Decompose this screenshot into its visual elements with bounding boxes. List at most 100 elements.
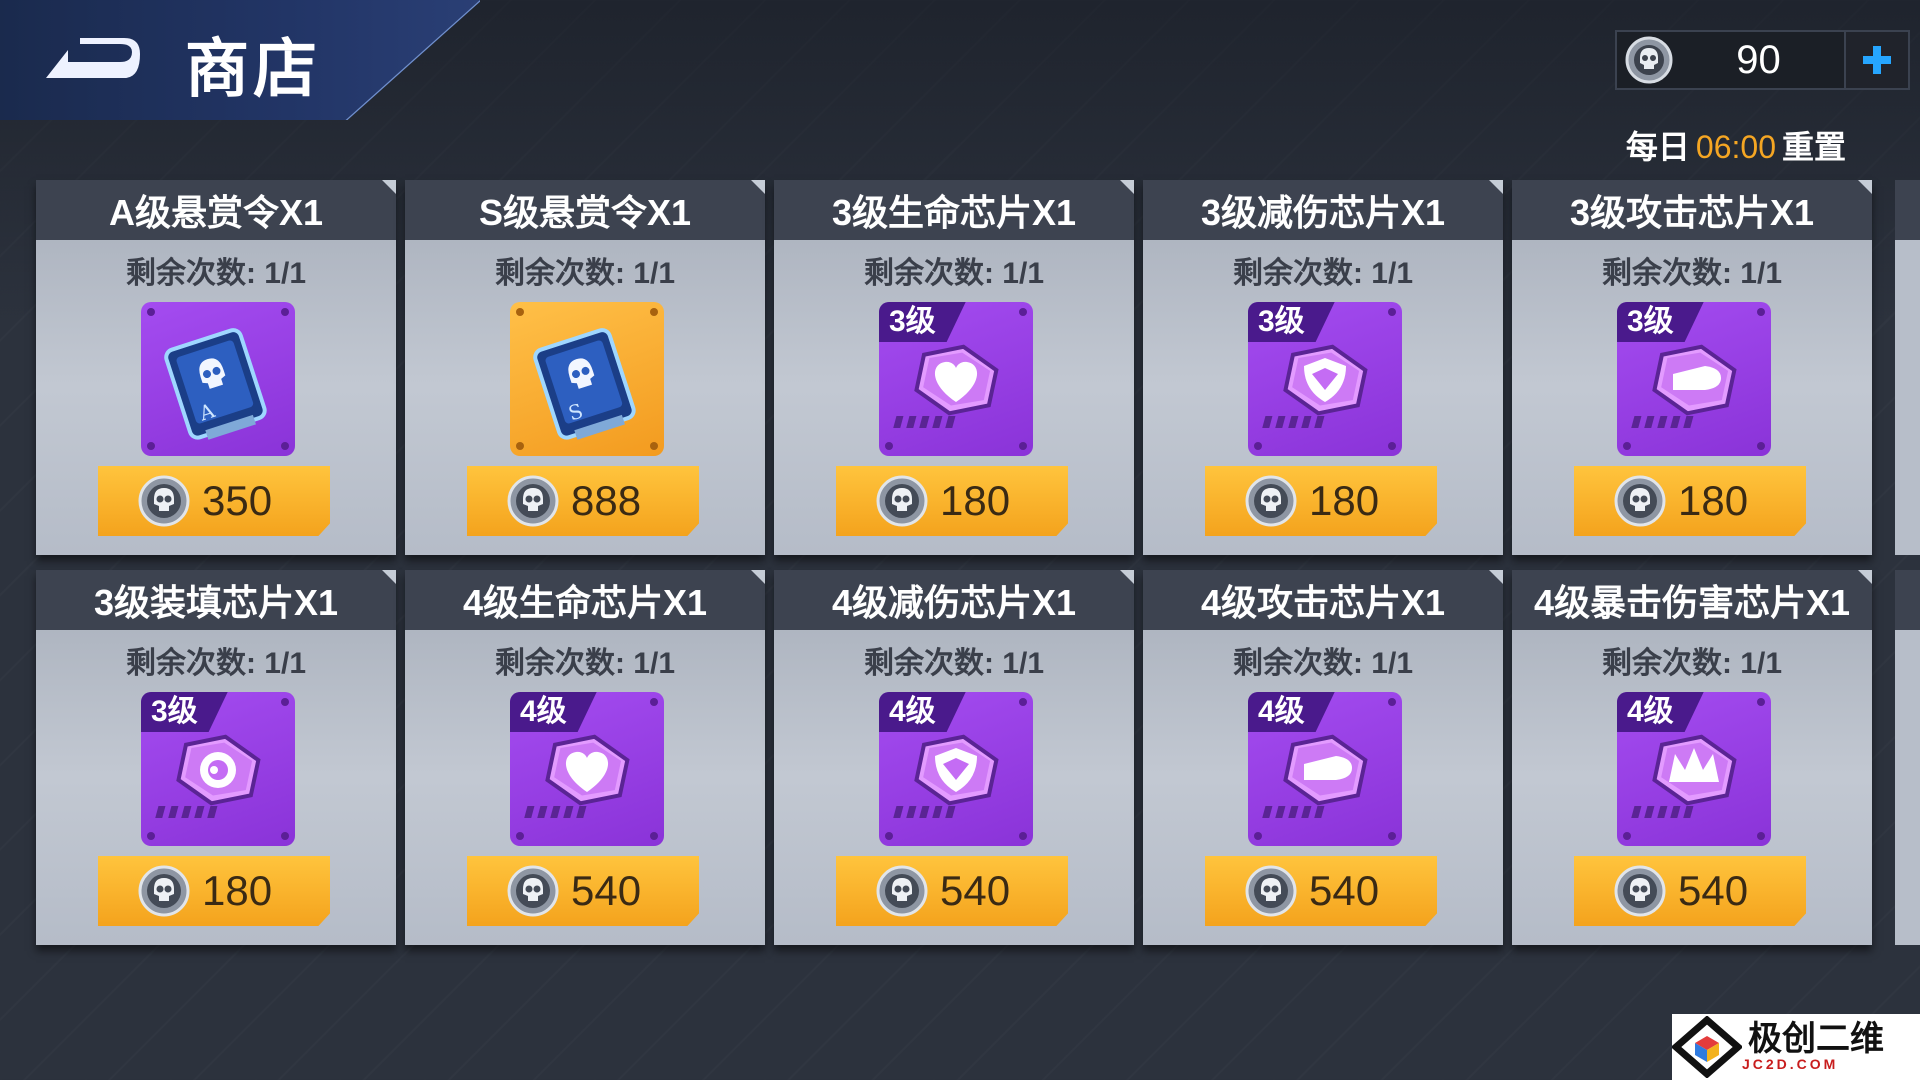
price-value: 180 — [940, 477, 1011, 524]
currency-display: 90 — [1615, 30, 1910, 90]
price-value: 180 — [1309, 477, 1380, 524]
remaining-count: 剩余次数: 1/1 — [494, 647, 676, 680]
remaining-count: 剩余次数: 1/1 — [125, 647, 307, 680]
item-image: 4级 — [510, 692, 664, 846]
remaining-count: 剩余次数: 1/1 — [125, 257, 307, 290]
reset-prefix: 每日 — [1625, 129, 1690, 165]
header-bar: 商店 — [0, 0, 480, 120]
card-title: 4级生命芯片X1 — [462, 582, 708, 623]
buy-button[interactable]: 180 — [836, 466, 1068, 536]
remaining-count: 剩余次数: 1/1 — [1601, 647, 1783, 680]
card-header: S级悬赏令X1 — [405, 180, 765, 240]
remaining-count: 剩余次数: 1/1 — [1601, 257, 1783, 290]
shop-card[interactable]: 3级生命芯片X1 剩余次数: 1/1 3级 180 — [774, 180, 1134, 555]
price-value: 540 — [1678, 867, 1749, 914]
buy-button[interactable]: 350 — [98, 466, 330, 536]
shop-card[interactable]: S级悬赏令X1 剩余次数: 1/1 S 888 — [405, 180, 765, 555]
bounty-card-a-icon: A — [141, 302, 295, 456]
remaining-count: 剩余次数: 1/1 — [863, 647, 1045, 680]
skull-coin-icon — [1614, 865, 1666, 917]
reset-time: 06:00 — [1695, 129, 1776, 165]
item-image: 3级 — [1248, 302, 1402, 456]
partial-card — [1895, 180, 1920, 555]
currency-amount: 90 — [1736, 37, 1781, 82]
skull-coin-icon — [1245, 865, 1297, 917]
skull-coin-icon — [1614, 475, 1666, 527]
card-header: 4级暴击伤害芯片X1 — [1512, 570, 1872, 630]
watermark: 极创二维 JC2D.COM — [1672, 1014, 1920, 1080]
card-title: 4级暴击伤害芯片X1 — [1533, 582, 1851, 623]
skull-coin-icon — [138, 475, 190, 527]
skull-coin-icon — [1245, 475, 1297, 527]
back-button[interactable] — [40, 30, 150, 90]
card-title: 4级攻击芯片X1 — [1200, 582, 1446, 623]
shop-card[interactable]: 4级生命芯片X1 剩余次数: 1/1 4级 540 — [405, 570, 765, 945]
price-value: 888 — [571, 477, 642, 524]
buy-button[interactable]: 540 — [836, 856, 1068, 926]
price-value: 180 — [1678, 477, 1749, 524]
price-value: 180 — [202, 867, 273, 914]
card-title: A级悬赏令X1 — [108, 192, 324, 233]
plus-icon — [1863, 46, 1891, 74]
card-header: 3级装填芯片X1 — [36, 570, 396, 630]
back-arrow-icon — [46, 38, 140, 78]
item-image: S — [510, 302, 664, 456]
shop-card[interactable]: 3级装填芯片X1 剩余次数: 1/1 3级 180 — [36, 570, 396, 945]
buy-button[interactable]: 540 — [1205, 856, 1437, 926]
watermark-logo-icon — [1672, 1016, 1742, 1078]
watermark-name: 极创二维 — [1748, 1020, 1884, 1058]
remaining-count: 剩余次数: 1/1 — [1232, 257, 1414, 290]
card-title: 3级装填芯片X1 — [93, 582, 339, 623]
card-header: 3级减伤芯片X1 — [1143, 180, 1503, 240]
price-value: 350 — [202, 477, 273, 524]
shop-card[interactable]: 4级攻击芯片X1 剩余次数: 1/1 4级 540 — [1143, 570, 1503, 945]
shop-card[interactable]: 3级攻击芯片X1 剩余次数: 1/1 3级 180 — [1512, 180, 1872, 555]
shop-card[interactable]: 4级减伤芯片X1 剩余次数: 1/1 4级 540 — [774, 570, 1134, 945]
reset-suffix: 重置 — [1781, 129, 1846, 165]
buy-button[interactable]: 180 — [1574, 466, 1806, 536]
shop-card[interactable]: 3级减伤芯片X1 剩余次数: 1/1 3级 180 — [1143, 180, 1503, 555]
buy-button[interactable]: 540 — [467, 856, 699, 926]
page-title: 商店 — [185, 33, 321, 105]
add-currency-button[interactable] — [1844, 32, 1908, 88]
remaining-count: 剩余次数: 1/1 — [1232, 647, 1414, 680]
item-image: 4级 — [1617, 692, 1771, 846]
skull-coin-icon — [507, 865, 559, 917]
item-image: 4级 — [879, 692, 1033, 846]
card-header: A级悬赏令X1 — [36, 180, 396, 240]
reset-info: 每日 06:00 重置 — [1626, 122, 1846, 168]
item-image: 3级 — [1617, 302, 1771, 456]
price-value: 540 — [940, 867, 1011, 914]
item-image: 3级 — [141, 692, 295, 846]
price-value: 540 — [1309, 867, 1380, 914]
skull-coin-icon — [507, 475, 559, 527]
partial-card — [1895, 570, 1920, 945]
buy-button[interactable]: 888 — [467, 466, 699, 536]
bounty-card-s-icon: S — [510, 302, 664, 456]
remaining-count: 剩余次数: 1/1 — [863, 257, 1045, 290]
item-image: A — [141, 302, 295, 456]
card-header: 3级攻击芯片X1 — [1512, 180, 1872, 240]
card-header: 4级减伤芯片X1 — [774, 570, 1134, 630]
shop-card[interactable]: 4级暴击伤害芯片X1 剩余次数: 1/1 4级 540 — [1512, 570, 1872, 945]
card-title: 3级减伤芯片X1 — [1200, 192, 1446, 233]
buy-button[interactable]: 180 — [1205, 466, 1437, 536]
card-header: 4级生命芯片X1 — [405, 570, 765, 630]
skull-coin-icon — [876, 475, 928, 527]
item-image: 4级 — [1248, 692, 1402, 846]
card-title: 4级减伤芯片X1 — [831, 582, 1077, 623]
skull-coin-icon — [1625, 36, 1673, 84]
remaining-count: 剩余次数: 1/1 — [494, 257, 676, 290]
card-title: 3级生命芯片X1 — [831, 192, 1077, 233]
buy-button[interactable]: 540 — [1574, 856, 1806, 926]
card-title: 3级攻击芯片X1 — [1569, 192, 1815, 233]
card-header: 4级攻击芯片X1 — [1143, 570, 1503, 630]
price-value: 540 — [571, 867, 642, 914]
card-title: S级悬赏令X1 — [478, 192, 692, 233]
skull-coin-icon — [876, 865, 928, 917]
card-header: 3级生命芯片X1 — [774, 180, 1134, 240]
watermark-site: JC2D.COM — [1742, 1056, 1839, 1072]
shop-card[interactable]: A级悬赏令X1 剩余次数: 1/1 A 350 — [36, 180, 396, 555]
buy-button[interactable]: 180 — [98, 856, 330, 926]
skull-coin-icon — [138, 865, 190, 917]
